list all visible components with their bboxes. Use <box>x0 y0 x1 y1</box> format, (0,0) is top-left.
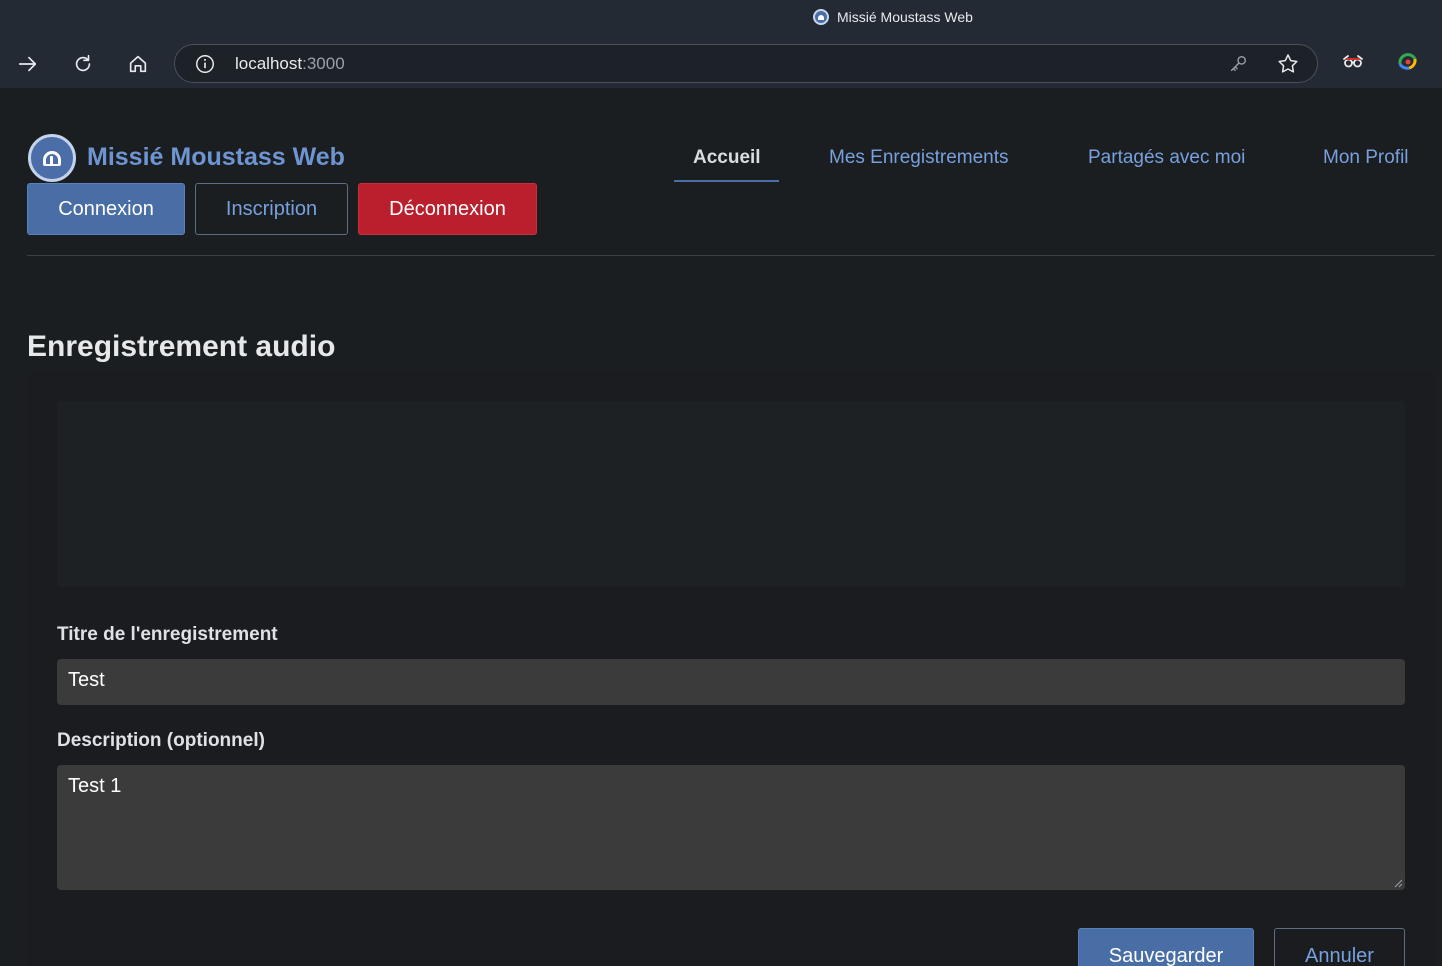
key-icon[interactable] <box>1227 53 1249 75</box>
browser-tab[interactable]: Missié Moustass Web <box>813 9 973 25</box>
tab-title: Missié Moustass Web <box>837 9 973 25</box>
web-page: Missié Moustass Web Accueil Mes Enregist… <box>2 88 1442 966</box>
url-host: localhost <box>235 54 303 73</box>
nav-mon-profil[interactable]: Mon Profil <box>1323 138 1409 182</box>
title-label: Titre de l'enregistrement <box>57 624 278 645</box>
resize-grip-icon[interactable] <box>1393 878 1403 888</box>
star-icon[interactable] <box>1276 52 1300 76</box>
logout-button[interactable]: Déconnexion <box>358 183 537 235</box>
reload-button[interactable] <box>68 49 98 79</box>
nav-mes-enregistrements[interactable]: Mes Enregistrements <box>829 138 1009 182</box>
browser-toolbar: localhost:3000 <box>0 40 1442 88</box>
login-button[interactable]: Connexion <box>27 183 185 235</box>
info-icon[interactable] <box>194 53 216 75</box>
recording-card: Titre de l'enregistrement Test Descripti… <box>27 371 1435 966</box>
title-input[interactable]: Test <box>57 659 1405 705</box>
description-text: Test 1 <box>68 775 122 797</box>
audio-visualizer <box>57 401 1405 587</box>
save-button[interactable]: Sauvegarder <box>1078 928 1254 966</box>
url-text[interactable]: localhost:3000 <box>235 54 345 74</box>
header-divider <box>27 255 1435 256</box>
favicon-icon <box>813 9 829 25</box>
forward-button[interactable] <box>13 49 43 79</box>
description-textarea[interactable]: Test 1 <box>57 765 1405 890</box>
reload-icon <box>75 54 91 72</box>
arrow-right-icon <box>18 56 37 72</box>
nav-accueil[interactable]: Accueil <box>674 138 779 182</box>
logo-icon <box>28 134 76 182</box>
home-icon <box>129 55 147 73</box>
nav-partages[interactable]: Partagés avec moi <box>1088 138 1245 182</box>
browser-titlebar: Missié Moustass Web <box>0 0 1442 40</box>
home-button[interactable] <box>123 49 153 79</box>
description-label: Description (optionnel) <box>57 730 265 751</box>
brand-title[interactable]: Missié Moustass Web <box>87 143 345 172</box>
address-bar[interactable]: localhost:3000 <box>174 44 1318 83</box>
extension-colorful-icon[interactable] <box>1394 48 1422 76</box>
section-title: Enregistrement audio <box>27 330 336 363</box>
extension-glasses-icon[interactable] <box>1339 48 1367 76</box>
url-port: :3000 <box>302 54 345 73</box>
signup-button[interactable]: Inscription <box>195 183 348 235</box>
cancel-button[interactable]: Annuler <box>1274 928 1405 966</box>
